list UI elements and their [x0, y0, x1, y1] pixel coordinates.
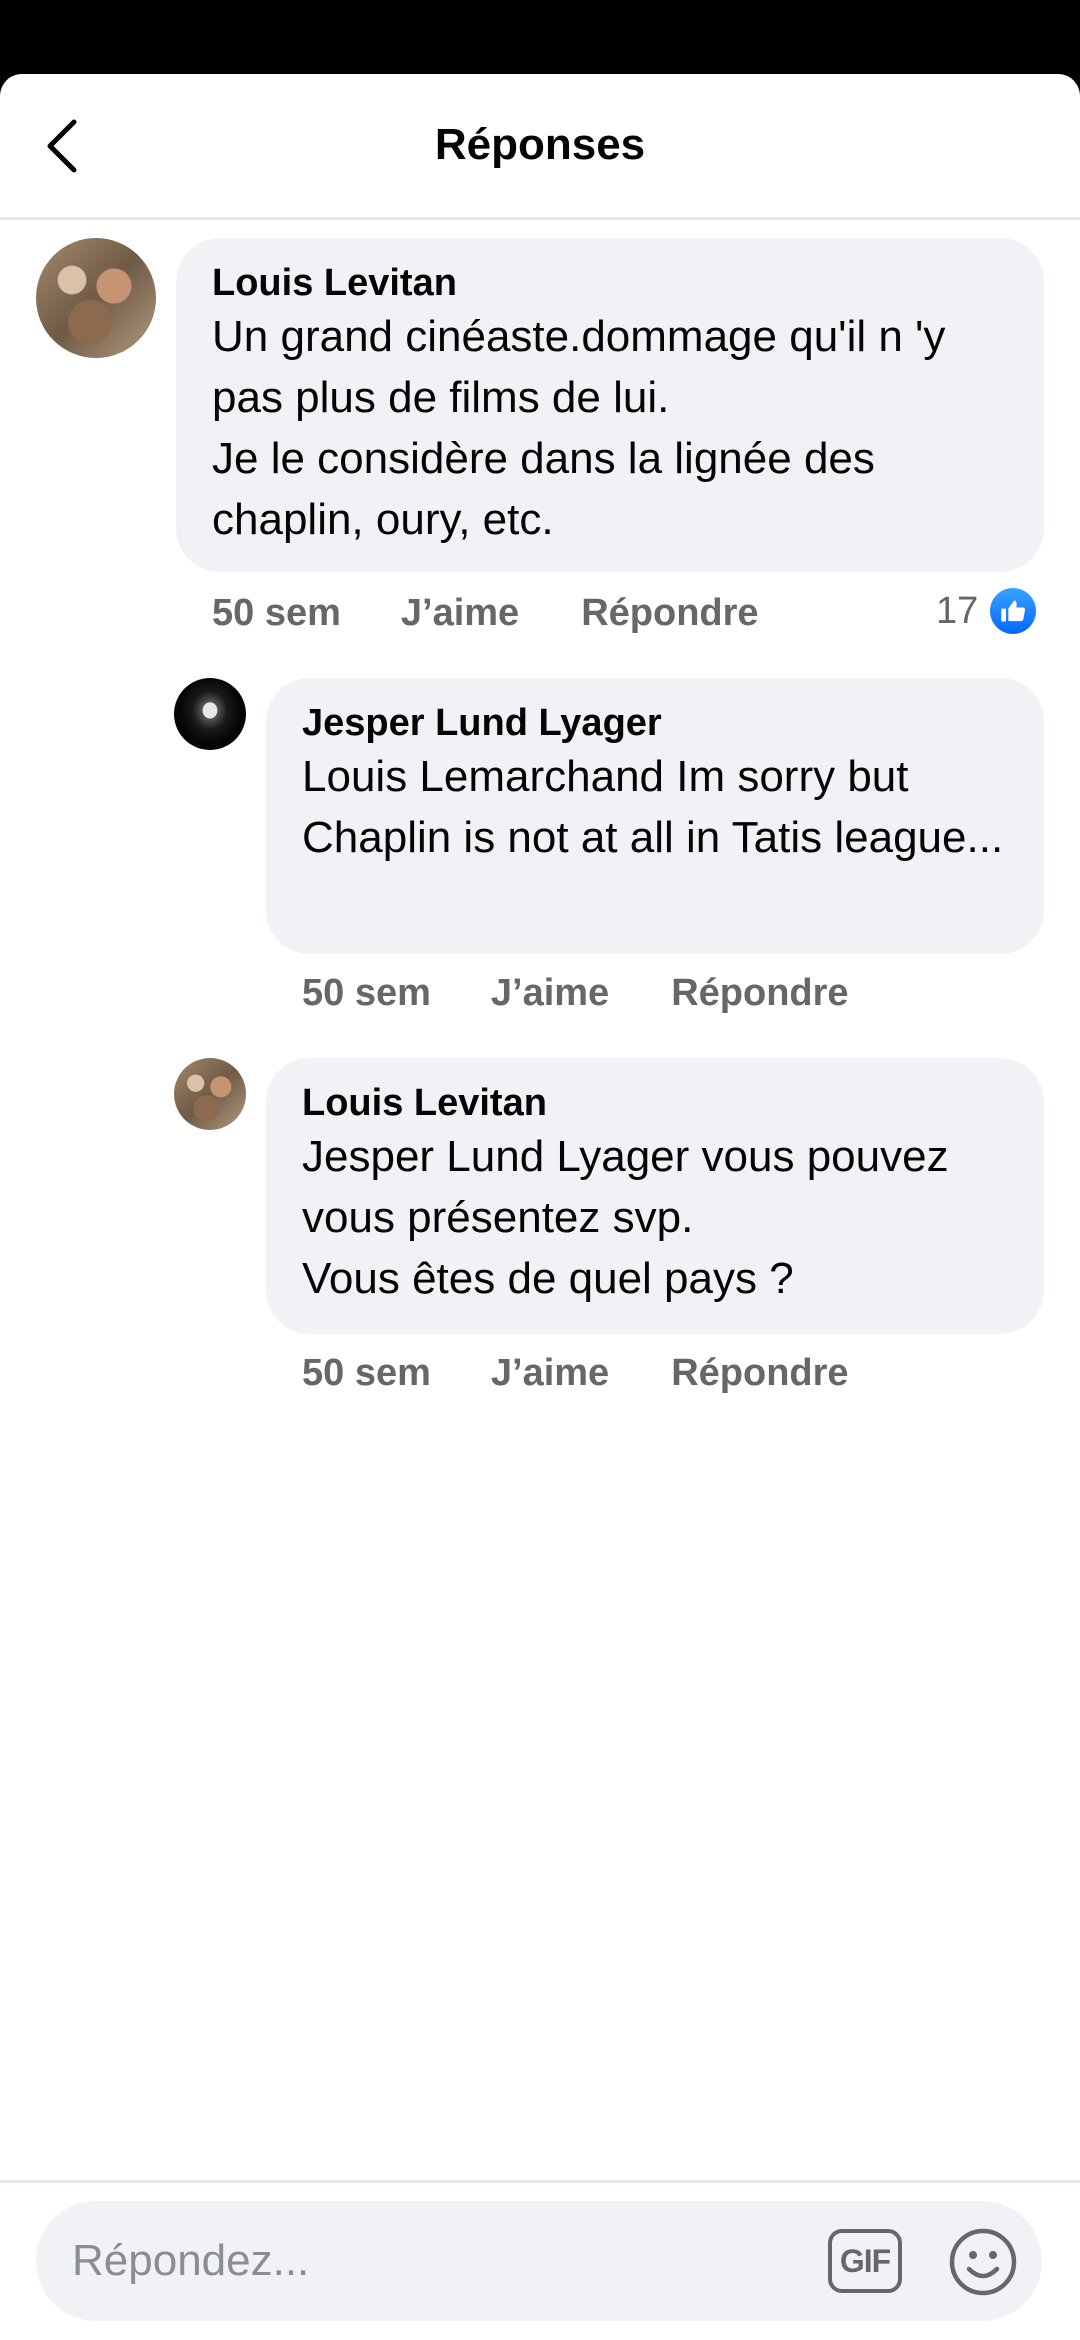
comment-time[interactable]: 50 sem	[212, 592, 341, 635]
comment-actions: 50 sem J’aime Répondre	[212, 592, 821, 635]
avatar[interactable]	[174, 1058, 246, 1130]
composer-bar: GIF	[0, 2180, 1080, 2340]
avatar[interactable]	[36, 238, 156, 358]
comment-text: Louis Lemarchand Im sorry but Chaplin is…	[302, 752, 1004, 862]
comment-text: Un grand cinéaste.dommage qu'il n 'y pas…	[212, 312, 946, 544]
comment-text: Jesper Lund Lyager vous pouvez vous prés…	[302, 1132, 949, 1303]
comment-actions: 50 sem J’aime Répondre	[302, 1352, 911, 1395]
like-button[interactable]: J’aime	[491, 972, 609, 1015]
smiley-icon	[949, 2228, 1017, 2296]
page-title: Réponses	[434, 120, 646, 169]
comment-bubble: Louis Levitan Un grand cinéaste.dommage …	[176, 238, 1044, 572]
comment-author[interactable]: Louis Levitan	[212, 260, 1008, 306]
like-button[interactable]: J’aime	[491, 1352, 609, 1395]
reply-button[interactable]: Répondre	[581, 592, 758, 635]
gif-label: GIF	[839, 2242, 891, 2279]
comment-bubble: Louis Levitan Jesper Lund Lyager vous po…	[266, 1058, 1044, 1334]
header: Réponses	[0, 74, 1080, 220]
like-button[interactable]: J’aime	[401, 592, 519, 635]
comment-time[interactable]: 50 sem	[302, 1352, 431, 1395]
reaction-summary[interactable]: 17	[936, 588, 1037, 634]
avatar[interactable]	[174, 678, 246, 750]
emoji-button[interactable]	[948, 2227, 1018, 2297]
comment-time[interactable]: 50 sem	[302, 972, 431, 1015]
gif-button[interactable]: GIF	[828, 2229, 902, 2293]
comment-actions: 50 sem J’aime Répondre	[302, 972, 911, 1015]
reaction-count: 17	[936, 589, 979, 632]
comment-bubble: Jesper Lund Lyager Louis Lemarchand Im s…	[266, 678, 1044, 954]
like-icon	[990, 588, 1037, 634]
replies-sheet: Réponses Louis Levitan Un grand cinéaste…	[0, 74, 1080, 2340]
comment-author[interactable]: Jesper Lund Lyager	[302, 700, 1008, 746]
reply-button[interactable]: Répondre	[671, 1352, 848, 1395]
comment-author[interactable]: Louis Levitan	[302, 1080, 1008, 1126]
reply-button[interactable]: Répondre	[671, 972, 848, 1015]
